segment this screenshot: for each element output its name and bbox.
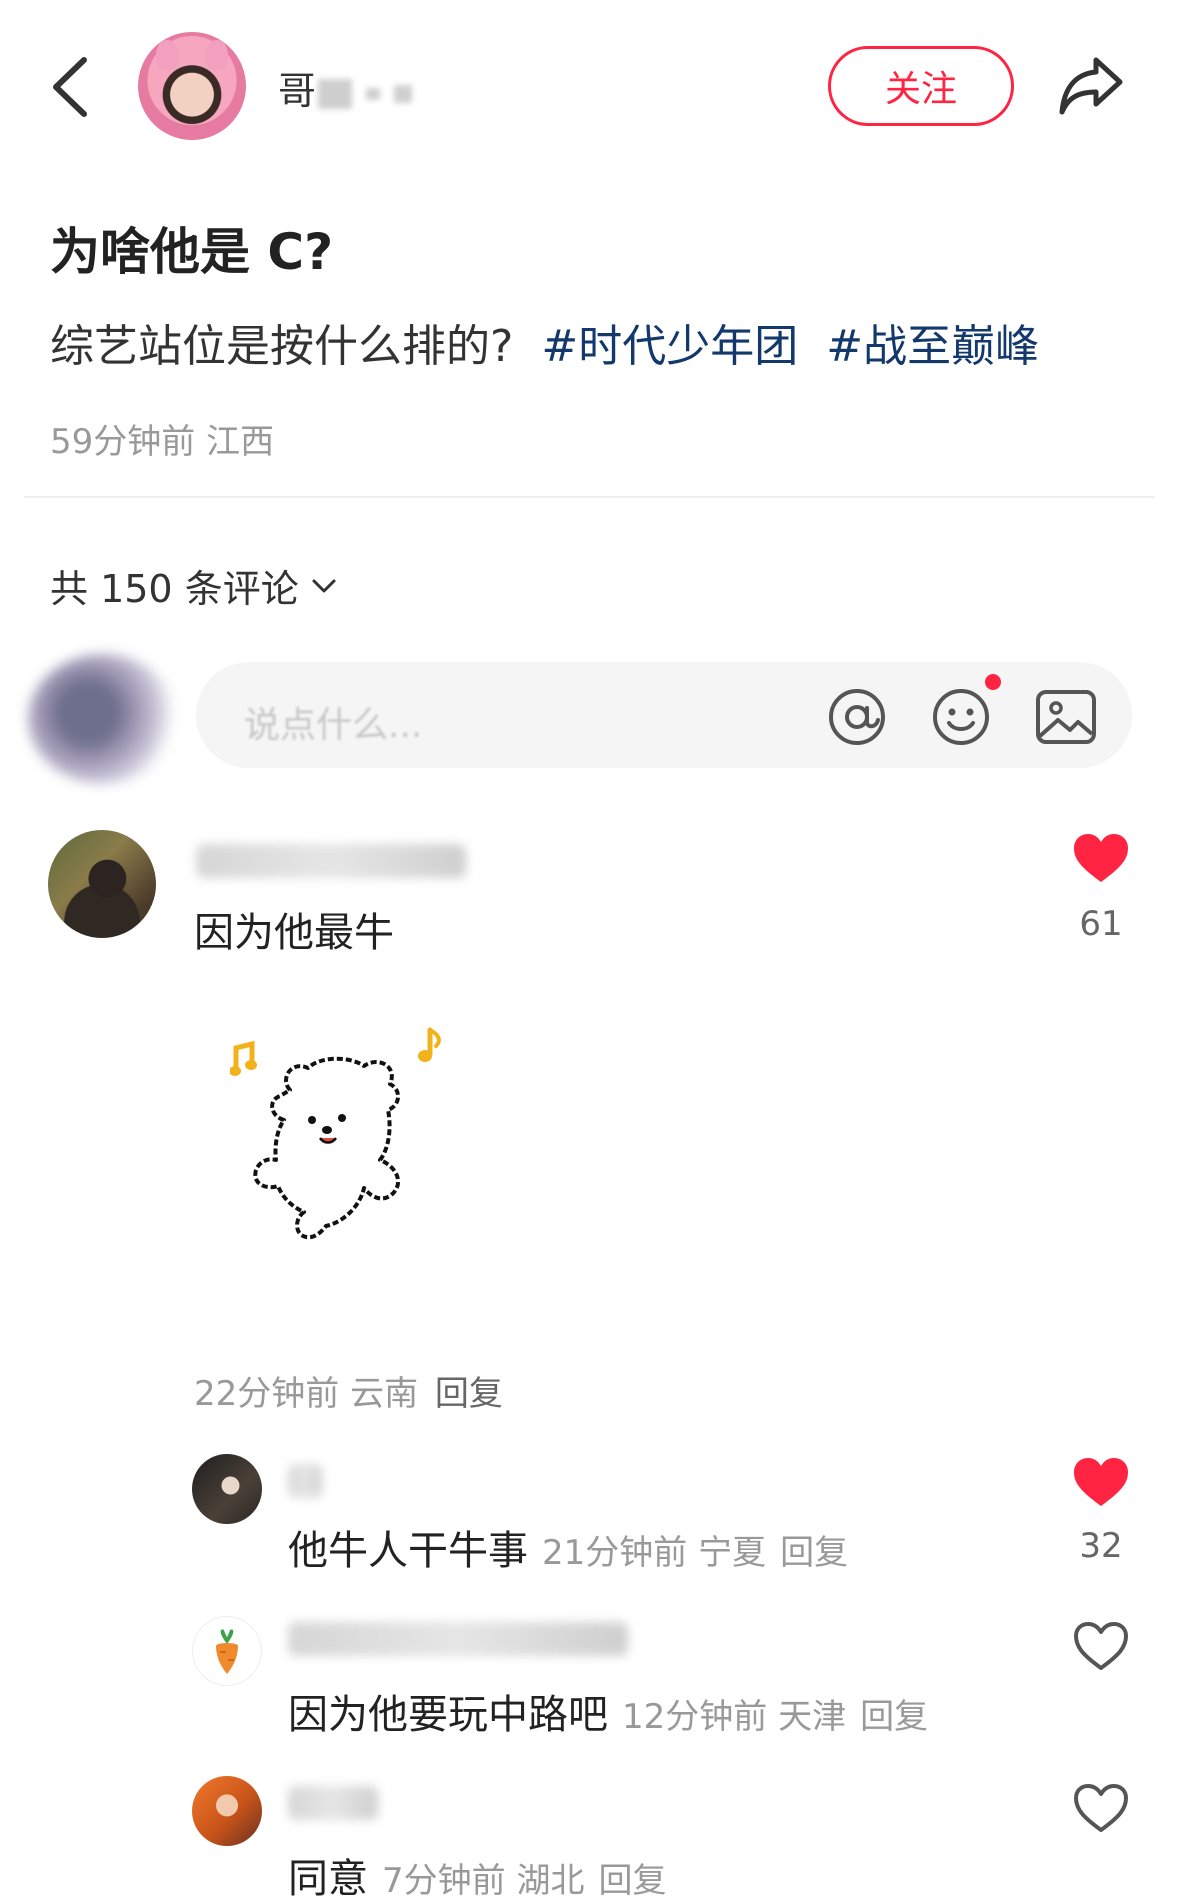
notification-dot (985, 674, 1001, 690)
redacted-name-blur (366, 87, 381, 100)
reply-avatar[interactable] (192, 1776, 262, 1846)
at-icon[interactable] (826, 686, 888, 748)
heart-outline-icon[interactable] (1072, 1620, 1130, 1672)
heart-icon[interactable] (1072, 832, 1130, 884)
like-count: 32 (1079, 1526, 1123, 1566)
reply-meta: 21分钟前 宁夏 (542, 1533, 767, 1573)
reply-name-blurred[interactable] (288, 1786, 378, 1820)
hashtag-link[interactable]: #战至巅峰 (826, 321, 1039, 372)
reply-text: 他牛人干牛事 (288, 1528, 528, 1574)
reply-meta: 7分钟前 湖北 (382, 1861, 585, 1901)
back-arrow-icon[interactable] (44, 52, 104, 122)
hashtag-link[interactable]: #时代少年团 (541, 321, 798, 372)
reply-item: 因为他要玩中路吧 12分钟前 天津 回复 (288, 1682, 928, 1740)
like-count: 61 (1079, 904, 1123, 944)
author-avatar[interactable] (138, 32, 246, 140)
reply-meta: 12分钟前 天津 (622, 1697, 847, 1737)
reply-text: 因为他要玩中路吧 (288, 1692, 608, 1738)
commenter-avatar[interactable] (48, 830, 156, 938)
image-icon[interactable] (1034, 688, 1098, 746)
emoji-icon[interactable] (930, 686, 992, 748)
reply-item: 他牛人干牛事 21分钟前 宁夏 回复 (288, 1518, 848, 1576)
reply-name-blurred[interactable] (288, 1464, 322, 1498)
reply-button[interactable]: 回复 (598, 1861, 666, 1901)
comment-text: 因为他最牛 (194, 910, 394, 956)
reply-item: 同意 7分钟前 湖北 回复 (288, 1846, 666, 1904)
my-avatar (28, 654, 178, 784)
redacted-name-blur (394, 84, 413, 103)
post-body: 综艺站位是按什么排的? #时代少年团 #战至巅峰 (50, 310, 1039, 374)
author-name[interactable]: 哥 (278, 60, 413, 115)
post-meta: 59分钟前 江西 (50, 422, 275, 462)
post-title: 为啥他是 C? (50, 223, 334, 281)
reply-button[interactable]: 回复 (860, 1697, 928, 1737)
divider (24, 496, 1155, 498)
heart-outline-icon[interactable] (1072, 1782, 1130, 1834)
reply-avatar[interactable] (192, 1454, 262, 1524)
post-body-text: 综艺站位是按什么排的? (50, 321, 514, 372)
reply-button[interactable]: 回复 (435, 1374, 503, 1414)
commenter-name-blurred[interactable] (196, 844, 466, 878)
reply-name-blurred[interactable] (288, 1622, 628, 1656)
comments-count-sort[interactable]: 共 150 条评论 (50, 558, 337, 613)
comment-input-placeholder[interactable]: 说点什么... (244, 696, 422, 748)
carrot-icon (216, 1629, 238, 1674)
sticker-dancing-dog[interactable] (230, 1020, 510, 1290)
comments-count-label: 共 150 条评论 (50, 567, 299, 611)
redacted-name-blur (318, 78, 353, 109)
heart-icon[interactable] (1072, 1456, 1130, 1508)
share-icon[interactable] (1056, 52, 1126, 118)
follow-button[interactable]: 关注 (828, 46, 1014, 126)
reply-button[interactable]: 回复 (780, 1533, 848, 1573)
reply-avatar[interactable] (192, 1616, 262, 1686)
reply-text: 同意 (288, 1856, 368, 1902)
comment-time-location: 22分钟前 云南 (194, 1374, 419, 1414)
comment-meta: 22分钟前 云南 回复 (194, 1366, 503, 1415)
chevron-down-icon (312, 579, 336, 592)
